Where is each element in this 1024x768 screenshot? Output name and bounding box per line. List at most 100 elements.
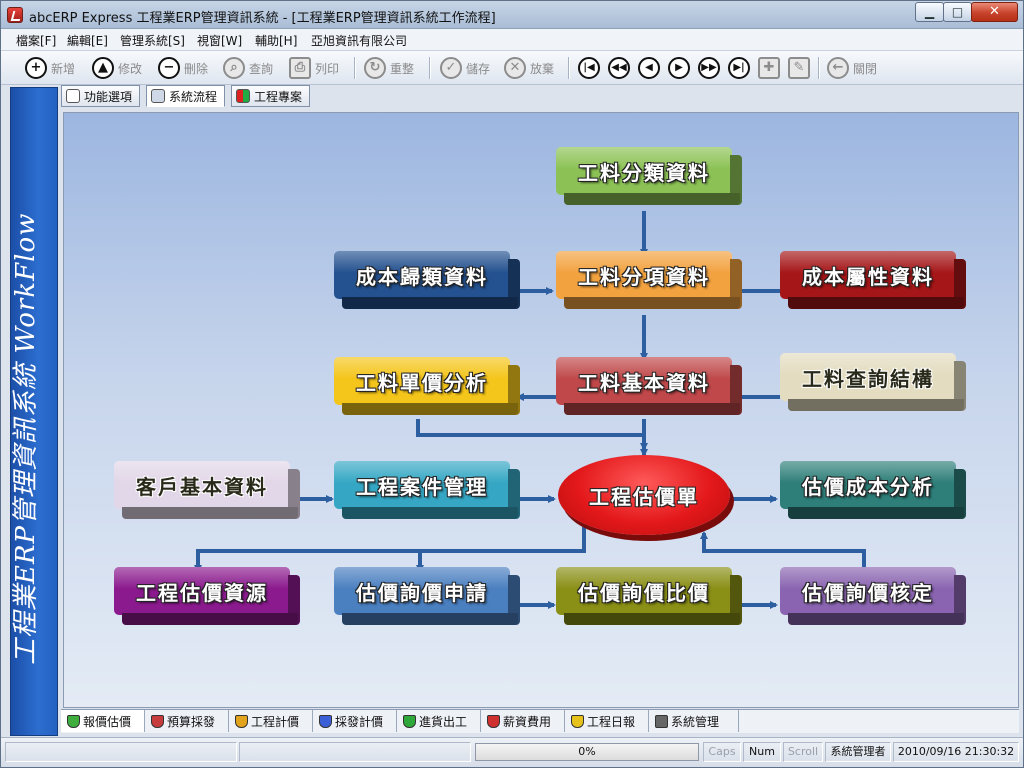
first-record-button[interactable]: |◀ [578, 56, 600, 80]
app-logo-icon[interactable] [7, 7, 23, 23]
module-tabs: 報價估價 預算採發 工程計價 採發計價 進貨出工 薪資費用 工程日報 系統管理 [61, 709, 1019, 733]
new-label: 新增 [51, 61, 76, 76]
node-customer-basic[interactable]: 客戶基本資料 [114, 461, 300, 519]
tab-daily-report[interactable]: 工程日報 [565, 710, 649, 732]
query-label: 查詢 [249, 61, 274, 76]
node-label: 工程案件管理 [356, 474, 488, 499]
new-button[interactable]: + 新增 [25, 56, 75, 80]
discard-label: 放棄 [530, 61, 555, 76]
toolbar: + 新增 ▲ 修改 − 刪除 ⌕ 查詢 ⎙ 列印 ↻ 重整 ✓ 儲存 ✕ 放棄 … [1, 51, 1023, 85]
node-label: 工程估價單 [589, 484, 699, 509]
node-label: 工料基本資料 [578, 370, 710, 395]
shield-icon [235, 714, 248, 728]
title-bar[interactable]: abcERP Express 工程業ERP管理資訊系統 - [工程業ERP管理資… [1, 1, 1023, 29]
tab-function-options[interactable]: 功能選項 [61, 85, 140, 107]
window-icon [66, 89, 80, 103]
eraser-minus-icon: ✎ [788, 57, 810, 79]
save-button[interactable]: ✓ 儲存 [440, 56, 490, 80]
reset-button[interactable]: ↻ 重整 [364, 56, 414, 80]
shield-icon [571, 714, 584, 728]
cancel-icon: ✕ [504, 57, 526, 79]
tab-label: 薪資費用 [503, 714, 552, 729]
node-estimate-cost-analysis[interactable]: 估價成本分析 [780, 461, 966, 519]
tab-label: 進貨出工 [419, 714, 468, 729]
delete-button[interactable]: − 刪除 [158, 56, 208, 80]
node-material-query[interactable]: 工料查詢結構 [780, 353, 966, 411]
menu-bar: 檔案[F] 編輯[E] 管理系統[S] 視窗[W] 輔助[H] 亞旭資訊有限公司 [1, 29, 1023, 51]
prev-record-button[interactable]: ◀ [638, 56, 660, 80]
node-label: 估價詢價申請 [356, 580, 488, 605]
node-material-basic[interactable]: 工料基本資料 [556, 357, 742, 415]
arrow-estimate-to-resources [194, 527, 586, 573]
print-button[interactable]: ⎙ 列印 [289, 56, 339, 80]
last-record-button[interactable]: ▶| [728, 56, 750, 80]
status-info [239, 742, 471, 762]
node-cost-category[interactable]: 成本歸類資料 [334, 251, 520, 309]
node-label: 成本歸類資料 [356, 264, 488, 289]
next-page-button[interactable]: ▶▶ [698, 56, 720, 80]
tab-procurement[interactable]: 採發計價 [313, 710, 397, 732]
tab-budget[interactable]: 預算採發 [145, 710, 229, 732]
tools-icon [655, 714, 668, 728]
menu-system[interactable]: 管理系統[S] [120, 32, 185, 49]
fast-forward-icon: ▶▶ [698, 57, 720, 79]
node-label: 估價詢價比價 [578, 580, 710, 605]
shapes-icon [236, 89, 250, 103]
node-inquiry-request[interactable]: 估價詢價申請 [334, 567, 520, 625]
current-user: 系統管理者 [825, 742, 891, 762]
minimize-button[interactable]: ▁ [915, 2, 944, 22]
tab-receiving[interactable]: 進貨出工 [397, 710, 481, 732]
shield-icon [319, 714, 332, 728]
scroll-indicator: Scroll [783, 742, 823, 762]
toolbar-separator [568, 57, 570, 79]
tab-payroll[interactable]: 薪資費用 [481, 710, 565, 732]
num-indicator: Num [743, 742, 781, 762]
reset-label: 重整 [390, 61, 415, 76]
save-label: 儲存 [466, 61, 491, 76]
menu-company[interactable]: 亞旭資訊有限公司 [311, 32, 407, 49]
node-material-item[interactable]: 工料分項資料 [556, 251, 742, 309]
menu-window[interactable]: 視窗[W] [197, 32, 242, 49]
node-material-category[interactable]: 工料分類資料 [556, 147, 742, 205]
close-button[interactable]: ← 關閉 [827, 56, 877, 80]
menu-edit[interactable]: 編輯[E] [67, 32, 108, 49]
window-title: abcERP Express 工程業ERP管理資訊系統 - [工程業ERP管理資… [29, 11, 496, 26]
node-label: 工料查詢結構 [802, 366, 934, 391]
node-estimate-resources[interactable]: 工程估價資源 [114, 567, 300, 625]
node-label: 成本屬性資料 [802, 264, 934, 289]
query-button[interactable]: ⌕ 查詢 [223, 56, 273, 80]
tab-label: 工程專案 [254, 89, 303, 104]
node-inquiry-approve[interactable]: 估價詢價核定 [780, 567, 966, 625]
close-label: 關閉 [853, 61, 878, 76]
menu-file[interactable]: 檔案[F] [16, 32, 56, 49]
next-record-button[interactable]: ▶ [668, 56, 690, 80]
node-unit-price-analysis[interactable]: 工料單價分析 [334, 357, 520, 415]
tab-system-admin[interactable]: 系統管理 [649, 710, 739, 732]
first-icon: |◀ [578, 57, 600, 79]
tab-projects[interactable]: 工程專案 [231, 85, 310, 107]
tab-quotation[interactable]: 報價估價 [61, 710, 145, 732]
maximize-button[interactable]: □ [943, 2, 972, 22]
node-case-management[interactable]: 工程案件管理 [334, 461, 520, 519]
tab-label: 工程日報 [587, 714, 636, 729]
prev-icon: ◀ [638, 57, 660, 79]
tab-valuation[interactable]: 工程計價 [229, 710, 313, 732]
maximize-icon: □ [951, 5, 964, 19]
edit-button[interactable]: ▲ 修改 [92, 56, 142, 80]
progress-text: 0% [578, 745, 596, 758]
node-label: 工料分項資料 [578, 264, 710, 289]
delete-row-button[interactable]: ✎ [788, 56, 810, 80]
insert-row-button[interactable]: ✚ [758, 56, 780, 80]
menu-help[interactable]: 輔助[H] [255, 32, 297, 49]
minimize-icon: ▁ [924, 5, 935, 19]
tab-system-workflow[interactable]: 系統流程 [146, 85, 225, 107]
close-window-button[interactable]: ✕ [971, 2, 1018, 22]
prev-page-button[interactable]: ◀◀ [608, 56, 630, 80]
node-cost-attribute[interactable]: 成本屬性資料 [780, 251, 966, 309]
tab-label: 預算採發 [167, 714, 216, 729]
check-icon: ✓ [440, 57, 462, 79]
tab-label: 採發計價 [335, 714, 384, 729]
status-datetime: 2010/09/16 21:30:32 [893, 742, 1019, 762]
node-inquiry-compare[interactable]: 估價詢價比價 [556, 567, 742, 625]
discard-button[interactable]: ✕ 放棄 [504, 56, 554, 80]
